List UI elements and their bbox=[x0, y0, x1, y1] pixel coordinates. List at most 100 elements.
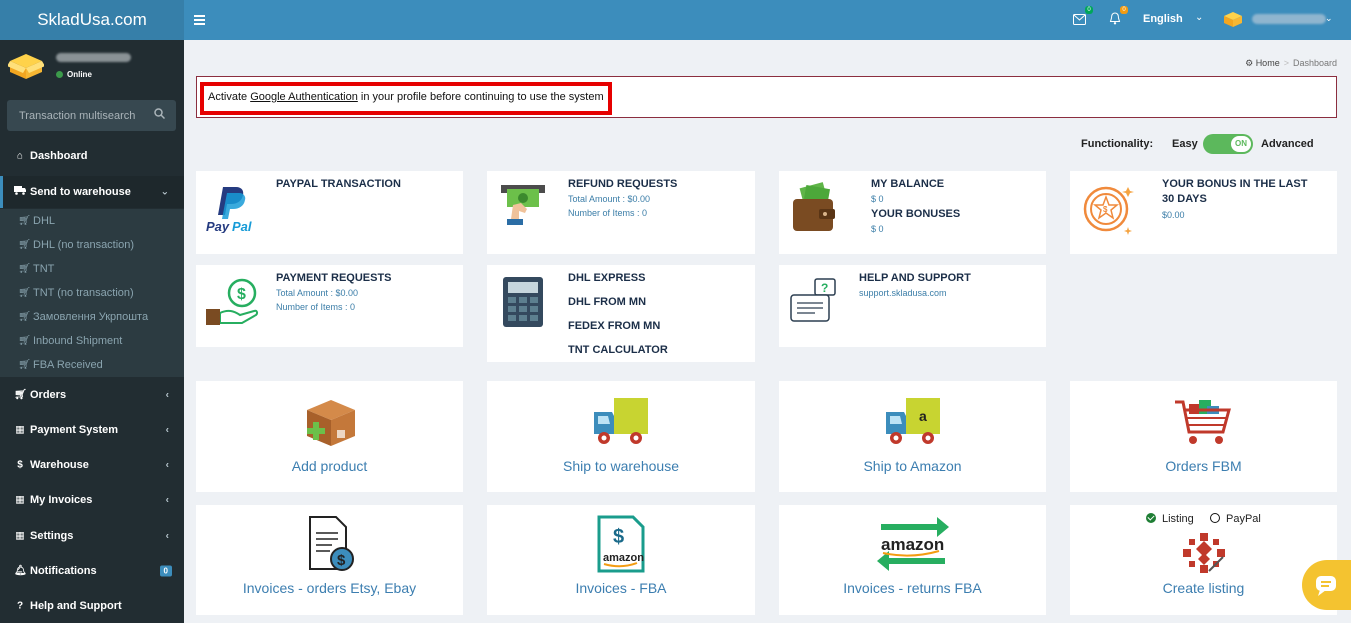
sidebar-item-my-invoices[interactable]: ▦ My Invoices ‹ bbox=[0, 484, 184, 516]
sidebar-item-label: Send to warehouse bbox=[30, 186, 131, 198]
bell-icon[interactable]: 0 bbox=[1109, 6, 1128, 29]
search-icon[interactable] bbox=[154, 108, 166, 122]
invoices-returns-fba-tile[interactable]: amazon Invoices - returns FBA bbox=[779, 505, 1046, 615]
question-icon: ? bbox=[16, 600, 24, 612]
sidebar-item-settings[interactable]: ▦ Settings ‹ bbox=[0, 520, 184, 552]
live-chat-button[interactable] bbox=[1302, 560, 1351, 610]
top-navbar: SkladUsa.com 0 0 English ⌄ ⌄ bbox=[0, 0, 1351, 40]
tile-label: Add product bbox=[291, 458, 368, 474]
sidebar-username-blurred bbox=[56, 53, 131, 62]
dhl-express-link[interactable]: DHL EXPRESS bbox=[568, 271, 645, 286]
ship-to-warehouse-tile[interactable]: Ship to warehouse bbox=[487, 381, 755, 492]
user-status: Online bbox=[56, 70, 92, 79]
menu-toggle-icon[interactable] bbox=[194, 11, 208, 29]
chevron-down-icon[interactable]: ⌄ bbox=[1325, 13, 1333, 24]
invoices-fba-tile[interactable]: $ amazon Invoices - FBA bbox=[487, 505, 755, 615]
sidebar-item-warehouse[interactable]: $ Warehouse ‹ bbox=[0, 449, 184, 481]
bonus-card-title: YOUR BONUS IN THE LAST 30 DAYS bbox=[1162, 178, 1308, 205]
sidebar-subitem-ukrposhta[interactable]: 🛒︎ Замовлення Укрпошта bbox=[0, 305, 184, 329]
grid-icon: ▦ bbox=[15, 494, 25, 506]
mail-badge: 0 bbox=[1085, 6, 1093, 14]
functionality-toggle[interactable]: ON bbox=[1203, 134, 1253, 154]
sidebar-subitem-tnt-no-transaction[interactable]: 🛒︎ TNT (no transaction) bbox=[0, 281, 184, 305]
user-status-label: Online bbox=[67, 70, 92, 79]
sidebar-item-label: Settings bbox=[30, 530, 74, 542]
sidebar-subitem-fba-received[interactable]: 🛒︎ FBA Received bbox=[0, 353, 184, 377]
truck-icon bbox=[592, 396, 650, 451]
help-card-title: HELP AND SUPPORT bbox=[859, 272, 971, 284]
fedex-from-mn-link[interactable]: FEDEX FROM MN bbox=[568, 319, 660, 334]
invoices-etsy-ebay-tile[interactable]: $ Invoices - orders Etsy, Ebay bbox=[196, 505, 463, 615]
functionality-advanced-label: Advanced bbox=[1261, 138, 1314, 150]
payment-requests-card[interactable]: $ PAYMENT REQUESTS Total Amount : $0.00 … bbox=[196, 265, 463, 347]
dhl-from-mn-link[interactable]: DHL FROM MN bbox=[568, 295, 646, 310]
chevron-down-icon[interactable]: ⌄ bbox=[1195, 12, 1203, 23]
breadcrumb-current: Dashboard bbox=[1292, 58, 1337, 68]
balance-card-title: MY BALANCE bbox=[871, 178, 945, 190]
tile-label: Ship to warehouse bbox=[563, 458, 679, 474]
radio-listing[interactable]: Listing bbox=[1146, 513, 1194, 525]
refund-number-items: Number of Items : 0 bbox=[568, 208, 648, 218]
balance-value: $ 0 bbox=[871, 194, 884, 204]
my-balance-card[interactable]: MY BALANCE $ 0 YOUR BONUSES $ 0 bbox=[779, 171, 1046, 254]
alert-message: Activate Google Authentication in your p… bbox=[208, 91, 604, 103]
bonus-30-days-card[interactable]: $ YOUR BONUS IN THE LAST 30 DAYS $0.00 bbox=[1070, 171, 1337, 254]
user-name-blurred[interactable] bbox=[1252, 14, 1326, 24]
box-add-icon bbox=[301, 396, 359, 453]
sidebar-subitem-inbound-shipment[interactable]: 🛒︎ Inbound Shipment bbox=[0, 329, 184, 353]
sidebar-item-send-to-warehouse[interactable]: Send to warehouse ⌄ bbox=[0, 176, 184, 208]
breadcrumb-home-link[interactable]: Home bbox=[1256, 58, 1280, 68]
truck-icon bbox=[14, 186, 26, 198]
money-hand-icon: $ bbox=[204, 275, 270, 341]
create-listing-tile[interactable]: Listing PayPal Create listing bbox=[1070, 505, 1337, 615]
paypal-card-title: PAYPAL TRANSACTION bbox=[276, 178, 401, 190]
sidebar-subitem-dhl-no-transaction[interactable]: 🛒︎ DHL (no transaction) bbox=[0, 233, 184, 257]
sidebar-submenu: 🛒︎ DHL 🛒︎ DHL (no transaction) 🛒︎ TNT 🛒︎ TNT… bbox=[0, 209, 184, 377]
bonus-coin-icon: $ bbox=[1080, 181, 1146, 247]
support-email[interactable]: support.skladusa.com bbox=[859, 286, 947, 300]
sidebar-item-notifications[interactable]: 🔔︎ Notifications 0 bbox=[0, 555, 184, 587]
sidebar-subitem-tnt[interactable]: 🛒︎ TNT bbox=[0, 257, 184, 281]
chevron-left-icon: ‹ bbox=[165, 389, 169, 401]
transaction-search-input[interactable] bbox=[7, 100, 147, 131]
help-support-card[interactable]: ? HELP AND SUPPORT support.skladusa.com bbox=[779, 265, 1046, 347]
tile-label: Invoices - FBA bbox=[575, 580, 667, 596]
bonuses-card-title: YOUR BONUSES bbox=[871, 208, 961, 220]
paypal-transaction-card[interactable]: Pay Pal PAYPAL TRANSACTION bbox=[196, 171, 463, 254]
mail-icon[interactable]: 0 bbox=[1073, 6, 1093, 29]
amazon-a-label: a bbox=[919, 408, 927, 424]
user-avatar[interactable] bbox=[1222, 10, 1244, 33]
sidebar-item-help-support[interactable]: ? Help and Support bbox=[0, 590, 184, 622]
svg-text:$: $ bbox=[237, 286, 246, 303]
basket-icon: 🛒︎ bbox=[18, 311, 31, 323]
sidebar-subitem-label: FBA Received bbox=[33, 359, 103, 371]
sidebar: Online ⌂ Dashboard Send to warehouse ⌄ 🛒… bbox=[0, 40, 184, 623]
refund-requests-card[interactable]: REFUND REQUESTS Total Amount : $0.00 Num… bbox=[487, 171, 755, 254]
basket-icon: 🛒︎ bbox=[18, 215, 31, 227]
tile-label: Invoices - orders Etsy, Ebay bbox=[242, 580, 417, 596]
tile-label: Ship to Amazon bbox=[863, 458, 962, 474]
bell-icon: 🔔︎ bbox=[14, 565, 27, 577]
invoice-dollar-icon: $ bbox=[302, 515, 358, 578]
sidebar-subitem-dhl[interactable]: 🛒︎ DHL bbox=[0, 209, 184, 233]
svg-text:?: ? bbox=[821, 281, 828, 295]
sidebar-item-orders[interactable]: 🛒︎ Orders ‹ bbox=[0, 379, 184, 411]
language-selector[interactable]: English bbox=[1143, 13, 1183, 25]
functionality-easy-label: Easy bbox=[1172, 138, 1198, 150]
ship-to-amazon-tile[interactable]: a Ship to Amazon bbox=[779, 381, 1046, 492]
app-logo[interactable]: SkladUsa.com bbox=[0, 0, 184, 40]
add-product-tile[interactable]: Add product bbox=[196, 381, 463, 492]
chevron-left-icon: ‹ bbox=[165, 424, 169, 436]
tnt-calculator-link[interactable]: TNT CALCULATOR bbox=[568, 343, 668, 358]
sidebar-item-payment-system[interactable]: ▦ Payment System ‹ bbox=[0, 414, 184, 446]
sidebar-item-label: Help and Support bbox=[30, 600, 122, 612]
sidebar-item-dashboard[interactable]: ⌂ Dashboard bbox=[0, 140, 184, 172]
svg-text:$: $ bbox=[613, 526, 624, 548]
orders-fbm-tile[interactable]: Orders FBM bbox=[1070, 381, 1337, 492]
chevron-down-icon: ⌄ bbox=[160, 186, 169, 198]
sidebar-item-label: Notifications bbox=[30, 565, 97, 577]
radio-paypal[interactable]: PayPal bbox=[1210, 513, 1261, 525]
google-auth-link[interactable]: Google Authentication bbox=[250, 91, 358, 103]
radio-listing-label: Listing bbox=[1162, 513, 1194, 525]
chat-bubble-icon bbox=[1316, 576, 1336, 596]
